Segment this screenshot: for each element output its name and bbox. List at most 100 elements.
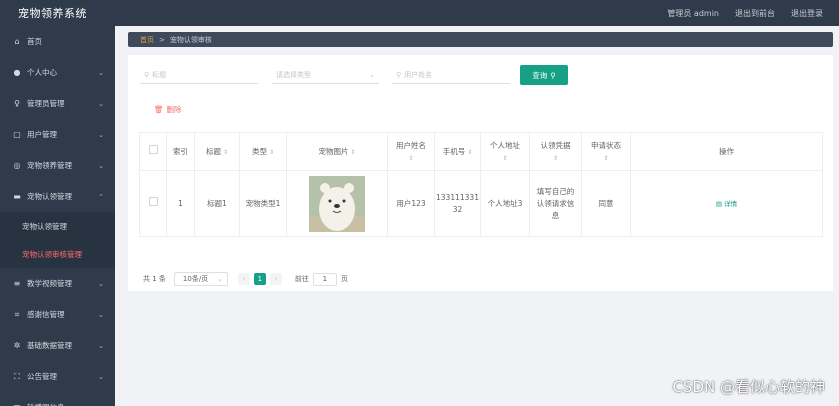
breadcrumb-separator: >	[159, 35, 165, 44]
briefcase-icon: ▬	[13, 192, 21, 201]
query-button[interactable]: 查询 ⚲	[520, 65, 568, 85]
query-label: 查询	[532, 70, 548, 80]
breadcrumb-home[interactable]: 首页	[140, 35, 154, 45]
sidebar-item-label: 感谢信管理	[27, 310, 65, 319]
cell-title: 标题1	[194, 170, 240, 237]
cell-actions: ▤ 详情	[630, 170, 823, 237]
column-header-credential[interactable]: 认领凭据 ⇕	[529, 132, 582, 171]
delete-button[interactable]: 🗑 删除	[154, 104, 182, 115]
column-header-username[interactable]: 用户姓名 ⇕	[387, 132, 435, 171]
sidebar: ⌂ 首页 ● 个人中心 ⌄ ♀ 管理员管理 ⌄ ▢ 用户管理 ⌄ ◎ 宠物领养管理 ⌄ ▬ 宠物认领管理 ⌃ 宠物…	[0, 26, 115, 406]
sidebar-item[interactable]: ⌗ 感谢信管理 ⌄	[0, 299, 115, 330]
sidebar-item[interactable]: ▦轮播图信息⌄	[0, 392, 115, 406]
chevron-down-icon: ⌄	[98, 341, 104, 350]
username-search-input[interactable]: ⚲ 用户姓名	[392, 66, 510, 84]
admin-user-link[interactable]: 管理员 admin	[667, 8, 719, 19]
sidebar-item[interactable]: ◎ 宠物领养管理 ⌄	[0, 150, 115, 181]
trash-icon: 🗑	[154, 105, 164, 114]
sidebar-item[interactable]: ▢ 用户管理 ⌄	[0, 119, 115, 150]
column-header-pet-image[interactable]: 宠物图片 ⇕	[286, 132, 388, 171]
cell-pet-image	[286, 170, 388, 237]
row-checkbox[interactable]	[148, 197, 158, 206]
chevron-left-icon: ‹	[242, 275, 246, 283]
sidebar-item-label: 管理员管理	[27, 99, 65, 108]
table-row: 1 标题1 宠物类型1 用户123 13311133132 个人地址3 填写自己…	[139, 170, 823, 237]
cell-type: 宠物类型1	[239, 170, 287, 237]
sidebar-item-label: 用户管理	[27, 130, 57, 139]
sidebar-item[interactable]: ● 个人中心 ⌄	[0, 57, 115, 88]
cell-index: 1	[166, 170, 195, 237]
chevron-up-icon: ⌃	[98, 192, 104, 201]
column-header-address[interactable]: 个人地址 ⇕	[480, 132, 530, 171]
breadcrumb: 首页 > 宠物认领审核	[128, 32, 833, 47]
next-page-button[interactable]: ›	[269, 273, 282, 285]
sidebar-subitem[interactable]: 宠物认领管理	[0, 212, 115, 240]
user-icon: ●	[13, 68, 21, 77]
sort-icon[interactable]: ⇕	[350, 146, 355, 159]
chevron-right-icon: ›	[274, 275, 278, 283]
main-content: 首页 > 宠物认领审核 ⚲ 标题 请选择类型 ⌄ ⚲ 用户姓名 查询 ⚲ 🗑 删…	[115, 26, 839, 406]
page-size-select[interactable]: 10条/页 ⌄	[173, 272, 228, 286]
sidebar-item-label: 个人中心	[27, 68, 57, 77]
breadcrumb-current: 宠物认领审核	[169, 35, 212, 44]
search-icon: ⚲	[550, 70, 556, 80]
sort-icon[interactable]: ⇕	[530, 152, 581, 165]
gear-icon: ✲	[13, 341, 21, 350]
data-table: 索引 标题 ⇕ 类型 ⇕ 宠物图片 ⇕ 用户姓名 ⇕ 手机号 ⇕ 个人地址 ⇕ 认领凭据 ⇕ …	[139, 132, 823, 237]
sidebar-subitem[interactable]: 宠物认领审核管理	[0, 240, 115, 268]
sort-icon[interactable]: ⇕	[582, 152, 630, 165]
sidebar-item[interactable]: ♀ 管理员管理 ⌄	[0, 88, 115, 119]
chevron-down-icon: ⌄	[98, 99, 104, 108]
detail-button[interactable]: ▤ 详情	[716, 200, 737, 208]
exit-to-frontend-link[interactable]: 退出到前台	[735, 8, 775, 19]
watermark: CSDN @看似心软的神	[672, 378, 825, 396]
column-header-title[interactable]: 标题 ⇕	[194, 132, 240, 171]
column-header-status[interactable]: 申请状态 ⇕	[581, 132, 631, 171]
search-row: ⚲ 标题 请选择类型 ⌄ ⚲ 用户姓名 查询 ⚲	[140, 65, 568, 85]
bear-illustration	[309, 175, 365, 232]
sidebar-item-label: 教学视频管理	[27, 279, 72, 288]
pagination: 共 1 条 10条/页 ⌄ ‹ 1 › 前往 1 页	[143, 272, 348, 286]
prev-page-button[interactable]: ‹	[237, 273, 250, 285]
users-icon: ▢	[13, 130, 21, 139]
select-all-checkbox[interactable]	[148, 145, 158, 154]
username-placeholder: 用户姓名	[404, 70, 433, 79]
sidebar-item[interactable]: ⌂ 首页	[0, 26, 115, 57]
chevron-down-icon: ⌄	[98, 161, 104, 170]
crop-icon: ⌗	[14, 309, 20, 319]
search-icon: ⚲	[396, 70, 402, 79]
sidebar-item-label: 基础数据管理	[27, 341, 72, 350]
sort-icon[interactable]: ⇕	[388, 152, 434, 165]
column-header-index: 索引	[166, 132, 195, 171]
goto-unit: 页	[340, 275, 348, 283]
sort-icon[interactable]: ⇕	[223, 146, 228, 159]
pet-photo[interactable]	[309, 175, 365, 232]
sidebar-item[interactable]: ▬ 宠物认领管理 ⌃	[0, 181, 115, 212]
cell-phone: 13311133132	[434, 170, 481, 237]
content-card: ⚲ 标题 请选择类型 ⌄ ⚲ 用户姓名 查询 ⚲ 🗑 删除 索引 标题 ⇕ 类型…	[128, 55, 833, 291]
sidebar-item[interactable]: ≡ 教学视频管理 ⌄	[0, 268, 115, 299]
sidebar-item[interactable]: ⛶ 公告管理 ⌄	[0, 361, 115, 392]
sidebar-item[interactable]: ✲ 基础数据管理 ⌄	[0, 330, 115, 361]
sort-icon[interactable]: ⇕	[481, 152, 529, 165]
select-all-cell	[139, 132, 167, 171]
title-search-input[interactable]: ⚲ 标题	[140, 66, 258, 84]
sort-icon[interactable]: ⇕	[467, 146, 472, 159]
sort-icon[interactable]: ⇕	[269, 146, 274, 159]
sidebar-item-label: 公告管理	[27, 372, 57, 381]
cell-username: 用户123	[387, 170, 435, 237]
page-number-button[interactable]: 1	[253, 273, 266, 285]
type-placeholder: 请选择类型	[276, 70, 311, 79]
sidebar-item-label: 宠物领养管理	[27, 161, 72, 170]
detail-icon: ▤	[715, 199, 723, 208]
search-icon: ⚲	[144, 70, 150, 79]
column-header-phone[interactable]: 手机号 ⇕	[434, 132, 481, 171]
sidebar-item-label: 宠物认领管理	[27, 192, 72, 201]
chevron-down-icon: ⌄	[98, 68, 104, 77]
type-select[interactable]: 请选择类型 ⌄	[272, 66, 379, 84]
list-icon: ≡	[13, 279, 21, 288]
column-header-type[interactable]: 类型 ⇕	[239, 132, 287, 171]
logout-link[interactable]: 退出登录	[791, 8, 823, 19]
goto-page-input[interactable]: 1	[312, 272, 337, 286]
pagination-total: 共 1 条	[143, 275, 166, 283]
